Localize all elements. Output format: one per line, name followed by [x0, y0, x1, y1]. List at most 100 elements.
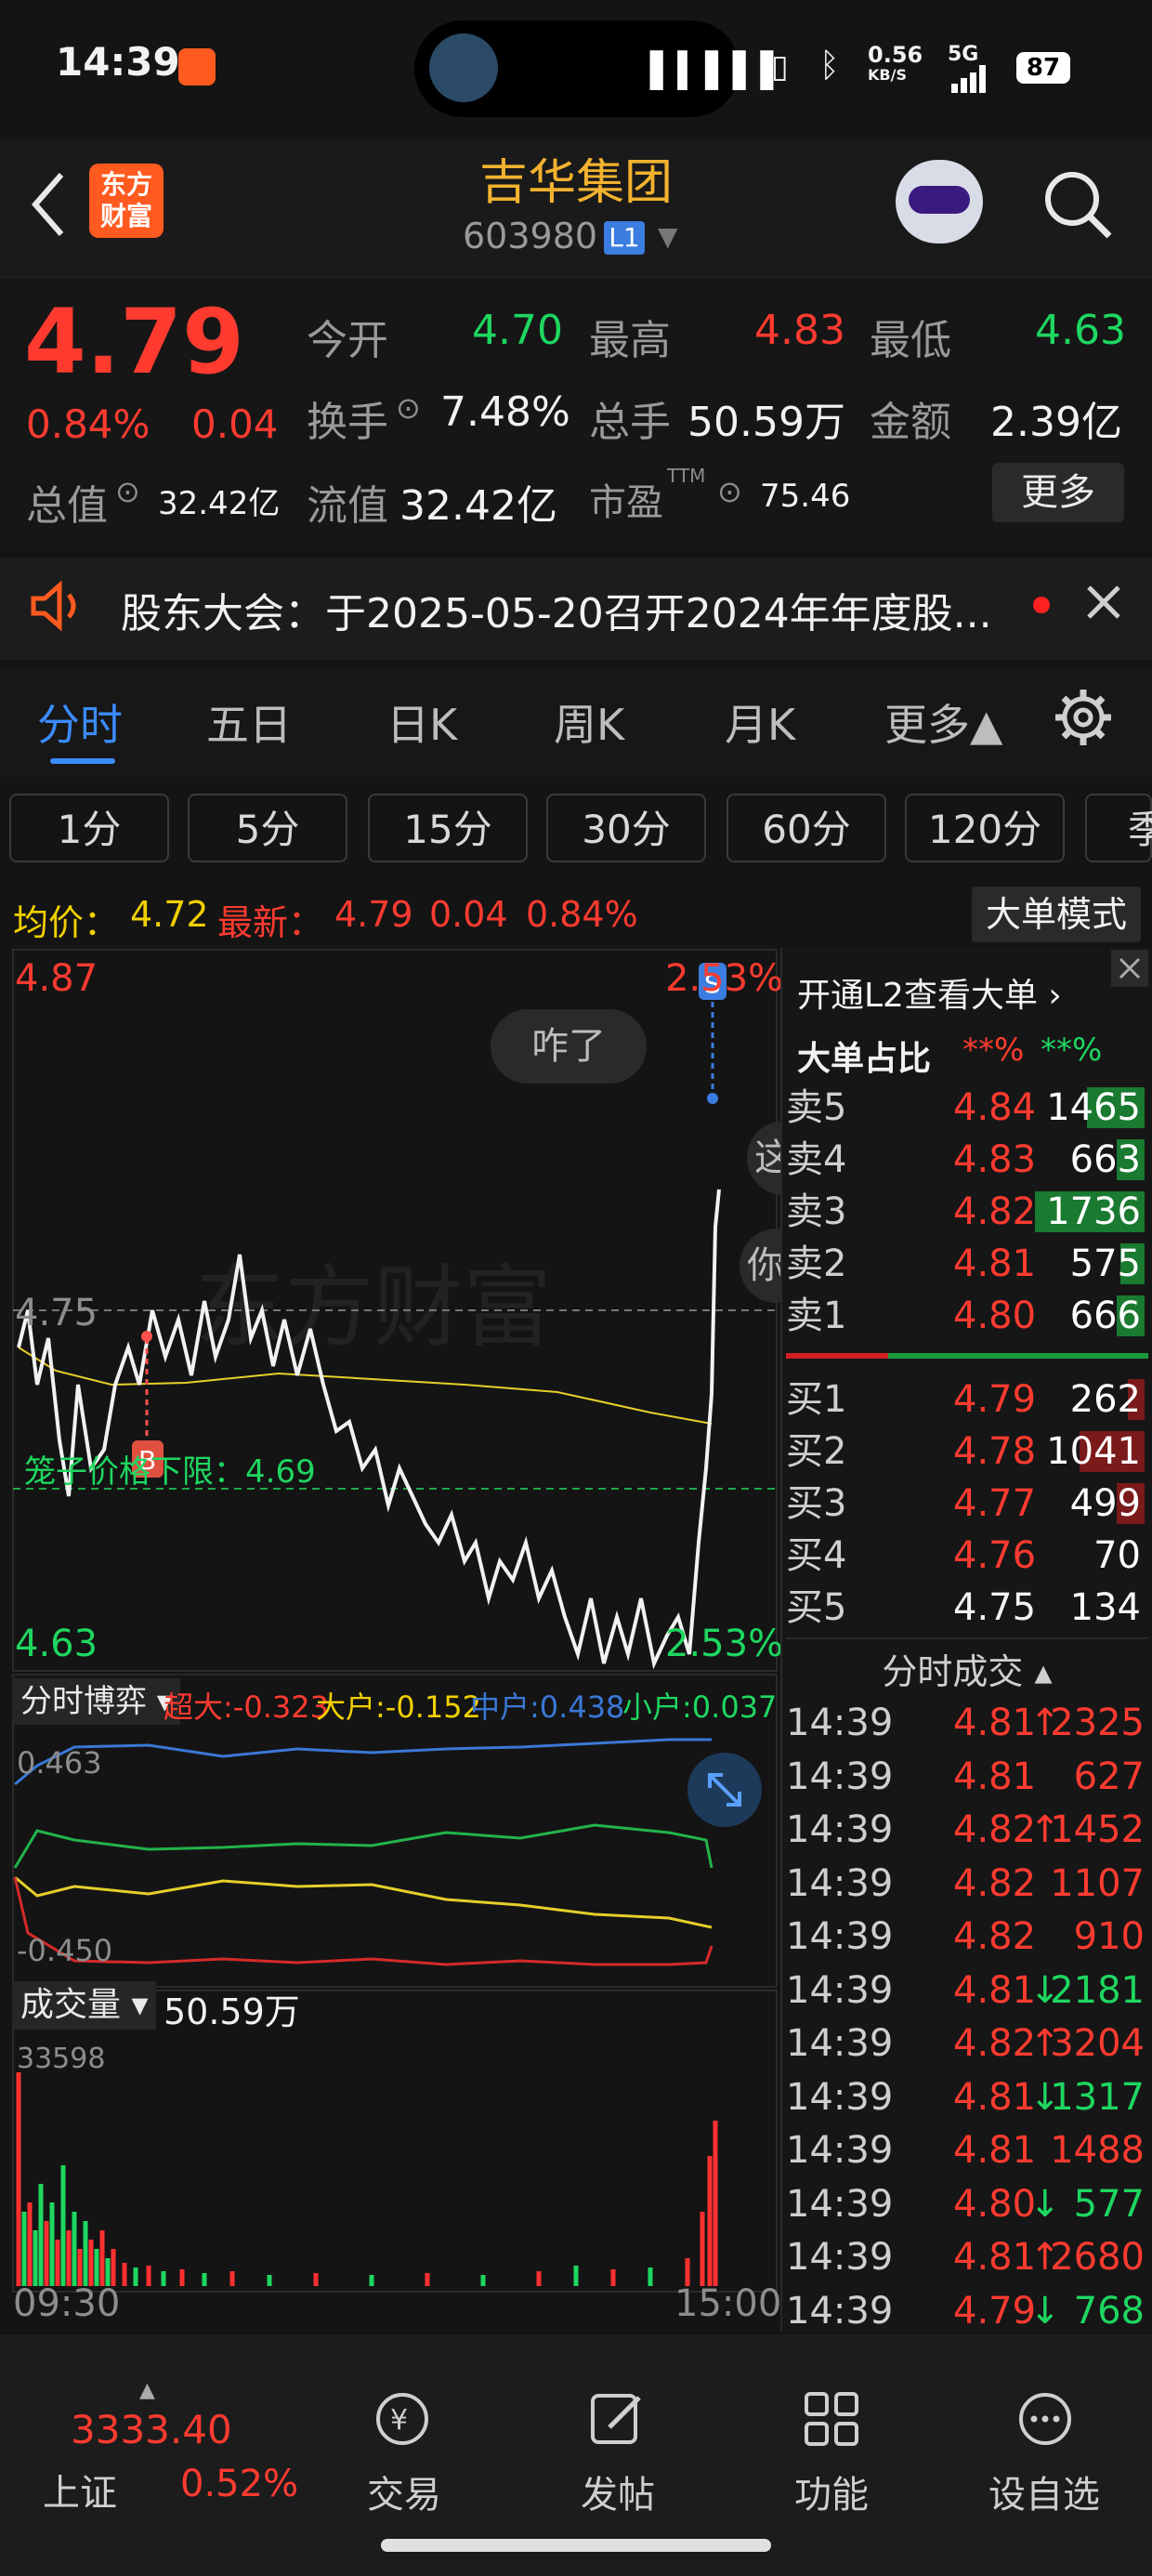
- pe-ttm-sup: TTM: [667, 465, 706, 487]
- volume-selector[interactable]: 成交量 ▾: [13, 1981, 156, 2030]
- trades-title[interactable]: 分时成交 ▴: [786, 1643, 1148, 1694]
- l2-promo-link[interactable]: 开通L2查看大单 ›: [797, 968, 1062, 1017]
- settings-gear-icon[interactable]: [1054, 688, 1113, 751]
- expand-icon[interactable]: [687, 1753, 762, 1827]
- latest-price: 4.79: [334, 894, 413, 935]
- bid-row-5[interactable]: 买5 4.75 134: [786, 1582, 1148, 1634]
- nav-trade[interactable]: 交易: [334, 2464, 474, 2518]
- index-value[interactable]: 3333.40: [71, 2407, 232, 2452]
- watchlist-icon[interactable]: [1013, 2386, 1078, 2455]
- tab-monthly-k[interactable]: 月K: [725, 691, 795, 753]
- big-order-ratio-label: 大单占比: [797, 1040, 932, 1078]
- pe-info-icon[interactable]: ⊙: [717, 474, 742, 509]
- ask-row-5[interactable]: 卖5 4.84 1465: [786, 1082, 1148, 1134]
- period-5min[interactable]: 5分: [188, 794, 347, 862]
- trade-volume: 2325: [1050, 1702, 1145, 1744]
- robot-assistant-icon[interactable]: [896, 160, 983, 243]
- trade-price: 4.81: [953, 2236, 1037, 2279]
- index-name[interactable]: 上证: [43, 2463, 117, 2517]
- period-120min[interactable]: 120分: [905, 794, 1065, 862]
- change-value: 0.04: [191, 401, 279, 447]
- ask-row-4[interactable]: 卖4 4.83 663: [786, 1134, 1148, 1186]
- post-icon[interactable]: [585, 2386, 650, 2455]
- period-15min[interactable]: 15分: [368, 794, 528, 862]
- period-60min[interactable]: 60分: [727, 794, 886, 862]
- period-1min[interactable]: 1分: [9, 794, 169, 862]
- small-flow: 小户:0.037: [622, 1689, 778, 1725]
- avg-price-value: 4.72: [130, 894, 209, 935]
- period-selector: 1分 5分 15分 30分 60分 120分 季: [0, 781, 1152, 874]
- index-expand-icon[interactable]: ▲: [139, 2379, 155, 2402]
- game-top-value: 0.463: [17, 1745, 102, 1781]
- trade-price: 4.82: [953, 2022, 1037, 2065]
- trades-divider: [786, 1637, 1148, 1639]
- tab-weekly-k[interactable]: 周K: [554, 691, 624, 753]
- period-quarter[interactable]: 季: [1085, 794, 1152, 862]
- index-percent[interactable]: 0.52%: [180, 2463, 298, 2505]
- high-value: 4.83: [754, 307, 845, 354]
- bid-row-4[interactable]: 买4 4.76 70: [786, 1530, 1148, 1582]
- trade-time: 14:39: [786, 1808, 894, 1851]
- trade-icon[interactable]: ¥: [370, 2386, 435, 2455]
- level-badge[interactable]: L1: [604, 221, 645, 255]
- trade-row: 14:39 4.81 627: [786, 1751, 1148, 1805]
- level-dropdown-icon[interactable]: ▼: [658, 221, 678, 252]
- nav-post[interactable]: 发帖: [548, 2464, 687, 2518]
- net-speed: 0.56 KB/S: [868, 42, 923, 84]
- trade-volume: 2181: [1050, 1968, 1145, 2012]
- tab-daily-k[interactable]: 日K: [386, 691, 457, 753]
- ask-row-1[interactable]: 卖1 4.80 666: [786, 1290, 1148, 1342]
- trade-volume: 1107: [1050, 1861, 1145, 1905]
- chart-bottom-price: 4.63: [15, 1623, 98, 1665]
- trade-volume: 1452: [1050, 1808, 1145, 1851]
- game-selector[interactable]: 分时博弈 ▾: [13, 1678, 180, 1725]
- ask-list: 卖5 4.84 1465 卖4 4.83 663 卖3 4.82 1736 卖2…: [786, 1082, 1148, 1342]
- mktcap-info-icon[interactable]: ⊙: [115, 474, 140, 509]
- big-flow: 大户:-0.152: [316, 1689, 481, 1725]
- audio-wave-icon: ▌▍▌▌▌: [650, 52, 789, 90]
- nav-add-watchlist[interactable]: 设自选: [970, 2464, 1119, 2518]
- tab-five-day[interactable]: 五日: [206, 691, 292, 753]
- bid-row-1[interactable]: 买1 4.79 262: [786, 1373, 1148, 1426]
- home-indicator[interactable]: [381, 2539, 771, 2552]
- bid-row-2[interactable]: 买2 4.78 1041: [786, 1426, 1148, 1478]
- period-30min[interactable]: 30分: [546, 794, 706, 862]
- ask-row-3[interactable]: 卖3 4.82 1736: [786, 1186, 1148, 1238]
- amount-label: 金额: [870, 399, 951, 446]
- time-start: 09:30: [13, 2282, 121, 2325]
- nav-functions[interactable]: 功能: [762, 2464, 901, 2518]
- chart-top-price: 4.87: [15, 957, 98, 1000]
- big-order-mode-button[interactable]: 大单模式: [972, 887, 1141, 942]
- active-tab-indicator: [50, 758, 115, 764]
- promo-close-icon[interactable]: [1111, 950, 1148, 987]
- game-bottom-value: -0.450: [17, 1933, 113, 1968]
- trade-time: 14:39: [786, 2182, 894, 2226]
- functions-icon[interactable]: [799, 2386, 864, 2455]
- trade-row: 14:39 4.81 ↓ 1317: [786, 2071, 1148, 2125]
- trade-volume: 627: [1073, 1755, 1145, 1798]
- trade-price: 4.82: [953, 1808, 1037, 1851]
- time-end: 15:00: [674, 2282, 782, 2325]
- turnover-info-icon[interactable]: ⊙: [396, 390, 421, 426]
- amount-value: 2.39亿: [990, 399, 1122, 446]
- bid-row-3[interactable]: 买3 4.77 499: [786, 1478, 1148, 1530]
- change-percent: 0.84%: [26, 401, 151, 447]
- ratio-bar-green: [888, 1353, 1148, 1359]
- open-label: 今开: [307, 317, 388, 364]
- trade-row: 14:39 4.82 ↑ 3204: [786, 2017, 1148, 2071]
- trade-row: 14:39 4.79 ↓ 768: [786, 2285, 1148, 2339]
- trade-direction-icon: ↓: [1029, 2182, 1061, 2226]
- intraday-chart[interactable]: 东方财富 S B: [0, 948, 780, 2333]
- close-icon[interactable]: [1085, 584, 1122, 624]
- turnover-value: 7.48%: [440, 388, 570, 436]
- yesterday-bubble[interactable]: 咋了: [491, 1009, 647, 1084]
- mid-flow: 中户:0.438: [470, 1689, 625, 1725]
- tab-more[interactable]: 更多▲: [884, 691, 1002, 753]
- tab-intraday[interactable]: 分时: [37, 691, 123, 753]
- ratio-bar-red: [786, 1353, 888, 1359]
- search-icon[interactable]: [1041, 167, 1115, 245]
- more-button[interactable]: 更多: [992, 463, 1124, 522]
- ask-row-2[interactable]: 卖2 4.81 575: [786, 1238, 1148, 1290]
- trade-price: 4.81: [953, 1755, 1037, 1798]
- announcement-text[interactable]: 股东大会：于2025-05-20召开2024年年度股...: [121, 580, 992, 639]
